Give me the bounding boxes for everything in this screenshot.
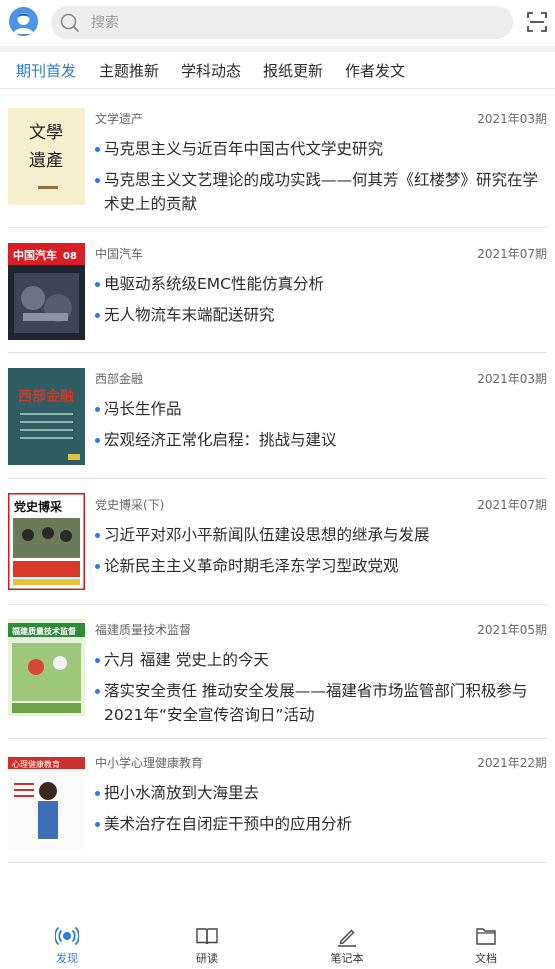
bullet-dot: [95, 658, 100, 663]
journal-name[interactable]: 中小学心理健康教育: [95, 754, 203, 771]
article-link[interactable]: 冯长生作品: [95, 397, 547, 421]
journal-cover[interactable]: 西部金融: [8, 368, 85, 465]
nav-notebook[interactable]: 笔记本: [317, 924, 377, 966]
article-link[interactable]: 无人物流车末端配送研究: [95, 303, 547, 327]
bullet-dot: [95, 689, 100, 694]
journal-name[interactable]: 福建质量技术监督: [95, 621, 191, 638]
cover-image: 党史博采: [8, 493, 85, 590]
article-link[interactable]: 六月 福建 党史上的今天: [95, 648, 547, 672]
list-item[interactable]: 心理健康教育 中小学心理健康教育 2021年22期 把小水滴放到大海里去 美术治…: [8, 739, 547, 863]
issue-date: 2021年03期: [477, 112, 547, 126]
cover-image: 西部金融: [8, 368, 85, 465]
bullet-dot: [95, 791, 100, 796]
tab-subject-news[interactable]: 学科动态: [181, 60, 241, 81]
tab-author-publications[interactable]: 作者发文: [345, 60, 405, 81]
issue-date: 2021年22期: [477, 756, 547, 770]
top-bar: [0, 0, 555, 46]
list-item[interactable]: 福建质量技术监督 福建质量技术监督 2021年05期 六月 福建 党史上的今天 …: [8, 605, 547, 739]
tab-journal-first[interactable]: 期刊首发: [16, 60, 76, 81]
journal-cover[interactable]: 党史博采: [8, 493, 85, 590]
article-link[interactable]: 马克思主义文艺理论的成功实践——何其芳《红楼梦》研究在学术史上的贡献: [95, 168, 547, 216]
issue-date: 2021年07期: [477, 498, 547, 512]
user-avatar-icon: [9, 7, 38, 36]
nav-documents[interactable]: 文档: [456, 924, 516, 966]
pen-icon: [338, 929, 356, 947]
journal-name[interactable]: 文学遗产: [95, 110, 143, 127]
bullet-dot: [95, 438, 100, 443]
article-link[interactable]: 电驱动系统级EMC性能仿真分析: [95, 272, 547, 296]
svg-text:中国汽车: 中国汽车: [13, 248, 57, 262]
tab-newspaper-updates[interactable]: 报纸更新: [263, 60, 323, 81]
journal-cover[interactable]: 心理健康教育: [8, 753, 85, 850]
svg-text:西部金融: 西部金融: [18, 388, 74, 405]
journal-cover[interactable]: 文學 遺產: [8, 108, 85, 205]
bullet-dot: [95, 147, 100, 152]
avatar[interactable]: [9, 7, 38, 36]
issue-date: 2021年07期: [477, 247, 547, 261]
bullet-dot: [95, 407, 100, 412]
search-bar[interactable]: [51, 6, 513, 39]
cover-image: 心理健康教育: [8, 753, 85, 850]
svg-text:文學: 文學: [29, 123, 63, 143]
search-input[interactable]: [91, 6, 491, 39]
bullet-dot: [95, 178, 100, 183]
svg-text:福建质量技术监督: 福建质量技术监督: [11, 626, 76, 636]
article-link[interactable]: 论新民主主义革命时期毛泽东学习型政党观: [95, 554, 547, 578]
search-icon: [60, 13, 79, 32]
svg-text:08: 08: [63, 251, 77, 262]
tab-bar: 期刊首发 主题推新 学科动态 报纸更新 作者发文: [0, 52, 555, 89]
list-item[interactable]: 文學 遺產 文学遗产 2021年03期 马克思主义与近百年中国古代文学史研究 马…: [8, 90, 547, 228]
svg-text:遺產: 遺產: [29, 151, 63, 171]
issue-date: 2021年03期: [477, 372, 547, 386]
article-link[interactable]: 把小水滴放到大海里去: [95, 781, 547, 805]
article-link[interactable]: 落实安全责任 推动安全发展——福建省市场监管部门积极参与2021年“安全宣传咨询…: [95, 679, 547, 727]
scan-icon[interactable]: [526, 11, 548, 33]
bullet-dot: [95, 282, 100, 287]
issue-date: 2021年05期: [477, 623, 547, 637]
bullet-dot: [95, 313, 100, 318]
svg-text:心理健康教育: 心理健康教育: [12, 759, 60, 769]
book-icon: [196, 928, 218, 945]
svg-text:党史博采: 党史博采: [14, 499, 62, 514]
article-link[interactable]: 美术治疗在自闭症干预中的应用分析: [95, 812, 547, 836]
journal-name[interactable]: 中国汽车: [95, 245, 143, 262]
article-link[interactable]: 马克思主义与近百年中国古代文学史研究: [95, 137, 547, 161]
bullet-dot: [95, 564, 100, 569]
list-item[interactable]: 党史博采 党史博采(下) 2021年07期 习近平对邓小平新闻队伍建设思想的继承…: [8, 479, 547, 605]
journal-cover[interactable]: 福建质量技术监督: [8, 619, 85, 716]
bullet-dot: [95, 533, 100, 538]
bottom-nav: 发现 研读 笔记本 文档: [0, 918, 555, 969]
tab-topic-new[interactable]: 主题推新: [99, 60, 159, 81]
nav-study[interactable]: 研读: [177, 924, 237, 966]
folder-icon: [476, 928, 496, 945]
nav-discover[interactable]: 发现: [37, 924, 97, 966]
journal-name[interactable]: 党史博采(下): [95, 496, 164, 513]
bullet-dot: [95, 822, 100, 827]
article-link[interactable]: 宏观经济正常化启程：挑战与建议: [95, 428, 547, 452]
list-item[interactable]: 西部金融 西部金融 2021年03期 冯长生作品 宏观经济正常化启程：挑战与建议: [8, 353, 547, 479]
cover-image: 中国汽车 08: [8, 243, 85, 340]
cover-image: 文學 遺產: [8, 108, 85, 205]
journal-cover[interactable]: 中国汽车 08: [8, 243, 85, 340]
list-item[interactable]: 中国汽车 08 中国汽车 2021年07期 电驱动系统级EMC性能仿真分析 无人…: [8, 228, 547, 353]
cover-image: 福建质量技术监督: [8, 619, 85, 716]
radio-waves-icon: [55, 926, 79, 946]
journal-name[interactable]: 西部金融: [95, 370, 143, 387]
article-link[interactable]: 习近平对邓小平新闻队伍建设思想的继承与发展: [95, 523, 547, 547]
